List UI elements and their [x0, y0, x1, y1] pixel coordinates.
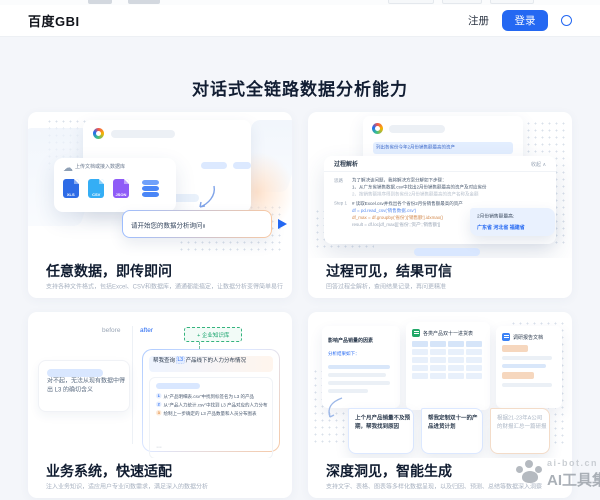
think-intro: 为了解决该问题，我将解决方案分解如下步骤：	[352, 177, 546, 184]
ellipsis: …	[156, 442, 211, 449]
upload-label: 上传文档或接入数据库	[75, 162, 125, 170]
json-file-icon: JSON	[113, 179, 129, 198]
watermark-name: AI工具集	[547, 469, 600, 490]
think-step-b: 2、按销售额排序得到各省份2月份销售额最高的资产名称及金额	[352, 191, 546, 198]
placeholder-bar	[502, 364, 546, 368]
chat-input-text: 请开始您的数据分析询问	[131, 219, 205, 229]
baidu-gbi-logo[interactable]: 百度GBI	[28, 11, 80, 30]
result-popup: 2月份销售额最高: 广东省 河北省 福建省	[470, 208, 555, 236]
doc3-title: 调研报告文档	[513, 333, 543, 341]
spinner-logo-icon	[93, 128, 104, 139]
register-link[interactable]: 注册	[468, 13, 489, 28]
spinner-logo-icon	[372, 123, 383, 134]
clipped-box	[442, 0, 482, 4]
before-label: before	[102, 326, 120, 334]
feature-card-business: before after 对不起，无法从现有数据中得出 L3 的确切含义 + 企…	[28, 312, 292, 498]
highlight-bar	[502, 372, 534, 379]
upload-card: ☁ 上传文档或接入数据库 XLS CSV JSON	[54, 158, 176, 212]
placeholder-bar	[328, 373, 386, 377]
doc1-title: 影响产品销量的因素	[328, 336, 394, 344]
user-question-bar: 列出各省份今年2月份销售额最高的资产	[373, 142, 513, 154]
highlight-bar	[502, 345, 528, 352]
card4-illustration: 影响产品销量的因素 分析结果如下： 各类产品双十一进货表	[308, 312, 572, 458]
placeholder-bar	[201, 162, 227, 169]
csv-file-icon: CSV	[88, 179, 104, 198]
placeholder-bar	[328, 381, 390, 385]
placeholder-bar	[111, 130, 175, 138]
report-doc-thumbnail: 调研报告文档	[496, 326, 562, 408]
step-item: 2从“产品人力统计.csv”中找到 L3 产品对应的人力分布	[156, 402, 272, 409]
clipped-pill	[128, 0, 160, 4]
steps-panel: 1从“产品明细表.csv”中找到标签名为 L3 的产品 2从“产品人力统计.cs…	[149, 377, 273, 458]
placeholder-bar	[233, 162, 251, 169]
suggestion-bubble[interactable]: 上个月产品销量不及预期，帮我找到原因	[348, 408, 414, 454]
text-cursor	[204, 224, 205, 228]
xls-file-icon: XLS	[63, 179, 79, 198]
circle-ring-icon[interactable]	[561, 15, 572, 26]
step-item: 1从“产品明细表.csv”中找到标签名为 L3 的产品	[156, 393, 272, 400]
sheet-doc-thumbnail: 各类产品双十一进货表	[406, 322, 490, 410]
document-icon	[502, 333, 510, 341]
page: 百度GBI 注册 登录 对话式全链路数据分析能力	[0, 0, 600, 500]
card2-illustration: 列出各省份今年2月份销售额最高的资产 过程解析 收起 ∧ 思路 为了解	[308, 112, 572, 258]
header-actions: 注册 登录	[468, 10, 572, 31]
after-panel: 帮我查询 L3 产品线下的人力分布情况 1从“产品明细表.csv”中找到标签名为…	[142, 349, 280, 452]
doc1-subtitle: 分析结果如下：	[328, 350, 394, 357]
clipped-pill	[88, 0, 112, 4]
placeholder-bar	[328, 389, 368, 393]
placeholder-bar	[502, 356, 552, 360]
card3-illustration: before after 对不起，无法从现有数据中得出 L3 的确切含义 + 企…	[28, 312, 292, 458]
table-grid	[412, 341, 484, 379]
watermark-site: ai-bot.cn	[547, 458, 598, 468]
before-box: 对不起，无法从现有数据中得出 L3 的确切含义	[38, 360, 130, 412]
card1-illustration: ☁ 上传文档或接入数据库 XLS CSV JSON	[28, 112, 292, 258]
placeholder-bar	[502, 383, 552, 387]
think-step-a: 1、从广东省销售数据.csv中找出2月份销售额最高的资产及对应省份	[352, 184, 546, 191]
step-item: 3绘制上一步确定的 L3 产品数量和人员分布图表	[156, 410, 272, 417]
card-desc: 注入业务知识，适应用户专业问数需求，满足深入的数据分析	[46, 482, 281, 491]
collapse-toggle[interactable]: 收起 ∧	[531, 160, 546, 168]
cloud-upload-icon: ☁	[63, 164, 73, 174]
suggestion-bubble[interactable]: 帮我定制双十一的产品进货计划	[421, 408, 483, 454]
database-icon	[142, 180, 159, 198]
paw-logo-icon	[516, 460, 544, 486]
watermark: ai-bot.cn AI工具集	[516, 452, 600, 496]
curved-arrow-icon	[324, 396, 348, 422]
suggestion-bubble[interactable]: 根据21-23年A公司的财报汇总一篇研报	[490, 408, 550, 454]
clipped-box	[490, 0, 534, 4]
after-label: after	[140, 326, 153, 334]
chat-input-box[interactable]: 请开始您的数据分析询问	[122, 210, 272, 238]
card-desc: 回答过程全解析，查阅结果记录，再问更精准	[326, 282, 561, 291]
clipped-box	[388, 0, 434, 4]
before-text: 对不起，无法从现有数据中得出 L3 的确切含义	[47, 376, 127, 394]
spreadsheet-icon	[412, 329, 420, 337]
curved-arrow-icon	[192, 184, 218, 212]
header: 百度GBI 注册 登录	[0, 5, 600, 36]
doc2-title: 各类产品双十一进货表	[423, 329, 473, 337]
feature-grid: ☁ 上传文档或接入数据库 XLS CSV JSON	[28, 112, 572, 498]
process-panel-title: 过程解析	[334, 159, 358, 168]
send-icon[interactable]	[278, 219, 287, 229]
card-title: 过程可见，结果可信	[326, 261, 452, 281]
card-title: 任意数据，即传即问	[46, 261, 172, 281]
placeholder-bar	[389, 125, 445, 133]
login-button[interactable]: 登录	[502, 10, 548, 31]
popup-values: 广东省 河北省 福建省	[477, 223, 557, 231]
placeholder-bar	[328, 365, 390, 369]
step-label: Step 1	[334, 200, 352, 228]
think-label: 思路	[334, 177, 352, 198]
divider	[132, 326, 133, 444]
query-pill: 帮我查询 L3 产品线下的人力分布情况	[149, 356, 273, 372]
feature-card-process: 列出各省份今年2月份销售额最高的资产 过程解析 收起 ∧ 思路 为了解	[308, 112, 572, 298]
feature-card-any-data: ☁ 上传文档或接入数据库 XLS CSV JSON	[28, 112, 292, 298]
placeholder-bar	[414, 248, 480, 256]
card-title: 业务系统，快速适配	[46, 461, 172, 481]
card-desc: 支持各种文件格式，包括Excel、CSV和数据库，通通都能搞定，让数据分析变得简…	[46, 282, 281, 291]
page-title: 对话式全链路数据分析能力	[0, 75, 600, 100]
card-title: 深度洞见，智能生成	[326, 461, 452, 481]
placeholder-bar	[156, 383, 200, 389]
knowledge-base-tag: + 企业知识库	[184, 327, 242, 342]
l3-chip: L3	[176, 357, 185, 364]
popup-title: 2月份销售额最高:	[477, 212, 557, 219]
